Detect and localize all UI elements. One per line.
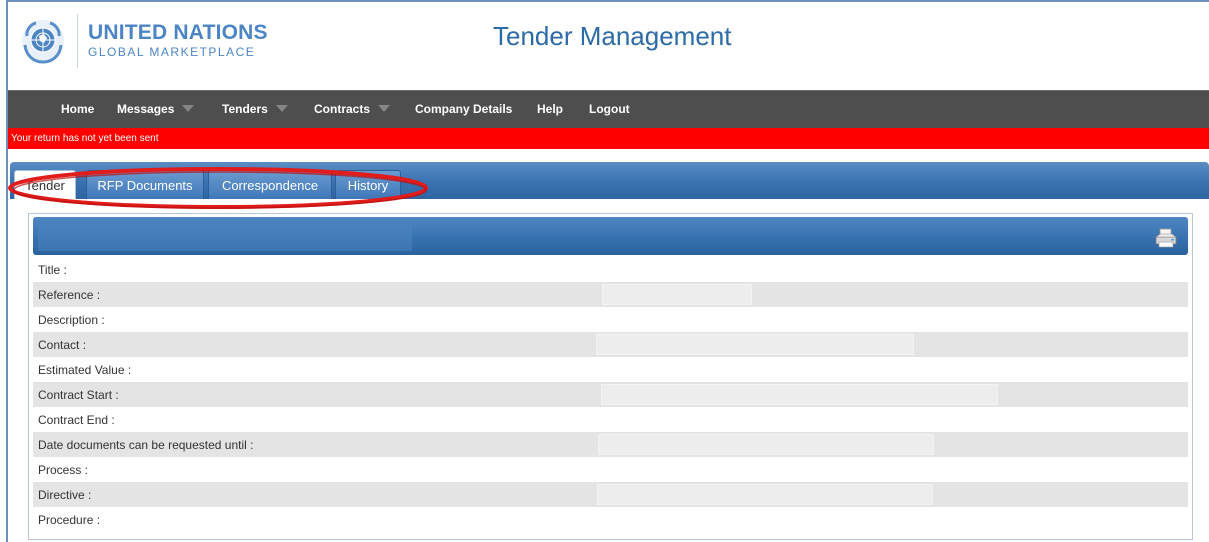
alert-banner: Your return has not yet been sent bbox=[8, 128, 1209, 149]
nav-item-label: Help bbox=[537, 102, 564, 116]
panel-header-title-area bbox=[38, 225, 412, 251]
nav-item-logout[interactable]: Logout bbox=[589, 102, 630, 116]
detail-label: Contract Start : bbox=[38, 388, 119, 402]
detail-label: Estimated Value : bbox=[38, 363, 132, 377]
panel-header bbox=[33, 217, 1188, 255]
tab-label: History bbox=[347, 178, 389, 193]
tender-details-panel: Title : Reference : Description : Contac… bbox=[28, 213, 1193, 540]
redacted-value bbox=[602, 284, 752, 305]
chevron-down-icon bbox=[378, 105, 391, 112]
detail-label: Contract End : bbox=[38, 413, 115, 427]
main-nav: Home Messages Tenders Contracts Company … bbox=[8, 90, 1209, 128]
detail-row-process: Process : bbox=[33, 457, 1188, 482]
nav-item-label: Company Details bbox=[415, 102, 513, 116]
detail-label: Directive : bbox=[38, 488, 92, 502]
logo-divider bbox=[77, 14, 78, 68]
redacted-value bbox=[601, 384, 998, 405]
nav-item-company-details[interactable]: Company Details bbox=[415, 102, 512, 116]
detail-row-description: Description : bbox=[33, 307, 1188, 332]
detail-label: Procedure : bbox=[38, 513, 101, 527]
tab-label: Tender bbox=[25, 178, 65, 193]
tab-history[interactable]: History bbox=[335, 170, 401, 199]
detail-row-reference: Reference : bbox=[33, 282, 1188, 307]
chevron-down-icon bbox=[275, 105, 288, 112]
brand-name[interactable]: UNITED NATIONS GLOBAL MARKETPLACE bbox=[88, 21, 268, 60]
nav-item-contracts[interactable]: Contracts bbox=[314, 102, 391, 116]
detail-row-title: Title : bbox=[33, 257, 1188, 282]
detail-row-contract-start: Contract Start : bbox=[33, 382, 1188, 407]
nav-item-help[interactable]: Help bbox=[537, 102, 563, 116]
page-title: Tender Management bbox=[493, 21, 732, 51]
detail-label: Reference : bbox=[38, 288, 101, 302]
site-header: UNITED NATIONS GLOBAL MARKETPLACE Tender… bbox=[8, 2, 1209, 90]
nav-item-tenders[interactable]: Tenders bbox=[222, 102, 288, 116]
redacted-value bbox=[596, 334, 914, 355]
nav-item-label: Messages bbox=[117, 102, 175, 116]
detail-row-contract-end: Contract End : bbox=[33, 407, 1188, 432]
chevron-down-icon bbox=[182, 105, 195, 112]
detail-label: Date documents can be requested until : bbox=[38, 438, 254, 452]
detail-label: Description : bbox=[38, 313, 105, 327]
detail-label: Contact : bbox=[38, 338, 87, 352]
nav-item-label: Logout bbox=[589, 102, 630, 116]
detail-row-procedure: Procedure : bbox=[33, 507, 1188, 532]
brand-line1: UNITED NATIONS bbox=[88, 21, 268, 44]
tab-bar: Tender RFP Documents Correspondence Hist… bbox=[10, 162, 1209, 199]
detail-row-estimated-value: Estimated Value : bbox=[33, 357, 1188, 382]
detail-row-date-documents: Date documents can be requested until : bbox=[33, 432, 1188, 457]
nav-item-label: Tenders bbox=[222, 102, 268, 116]
detail-row-contact: Contact : bbox=[33, 332, 1188, 357]
nav-item-label: Contracts bbox=[314, 102, 371, 116]
redacted-value bbox=[598, 434, 934, 455]
nav-item-home[interactable]: Home bbox=[61, 102, 94, 116]
tab-tender[interactable]: Tender bbox=[14, 170, 76, 199]
detail-row-directive: Directive : bbox=[33, 482, 1188, 507]
printer-icon[interactable] bbox=[1154, 228, 1178, 248]
nav-item-messages[interactable]: Messages bbox=[117, 102, 195, 116]
tab-label: RFP Documents bbox=[97, 178, 193, 193]
detail-label: Process : bbox=[38, 463, 89, 477]
tab-rfp-documents[interactable]: RFP Documents bbox=[86, 170, 204, 199]
brand-line2: GLOBAL MARKETPLACE bbox=[88, 45, 256, 59]
redacted-value bbox=[597, 484, 933, 505]
detail-label: Title : bbox=[38, 263, 67, 277]
un-emblem-icon[interactable] bbox=[20, 18, 66, 64]
tab-label: Correspondence bbox=[221, 178, 319, 193]
nav-item-label: Home bbox=[61, 102, 95, 116]
tab-correspondence[interactable]: Correspondence bbox=[208, 170, 332, 199]
